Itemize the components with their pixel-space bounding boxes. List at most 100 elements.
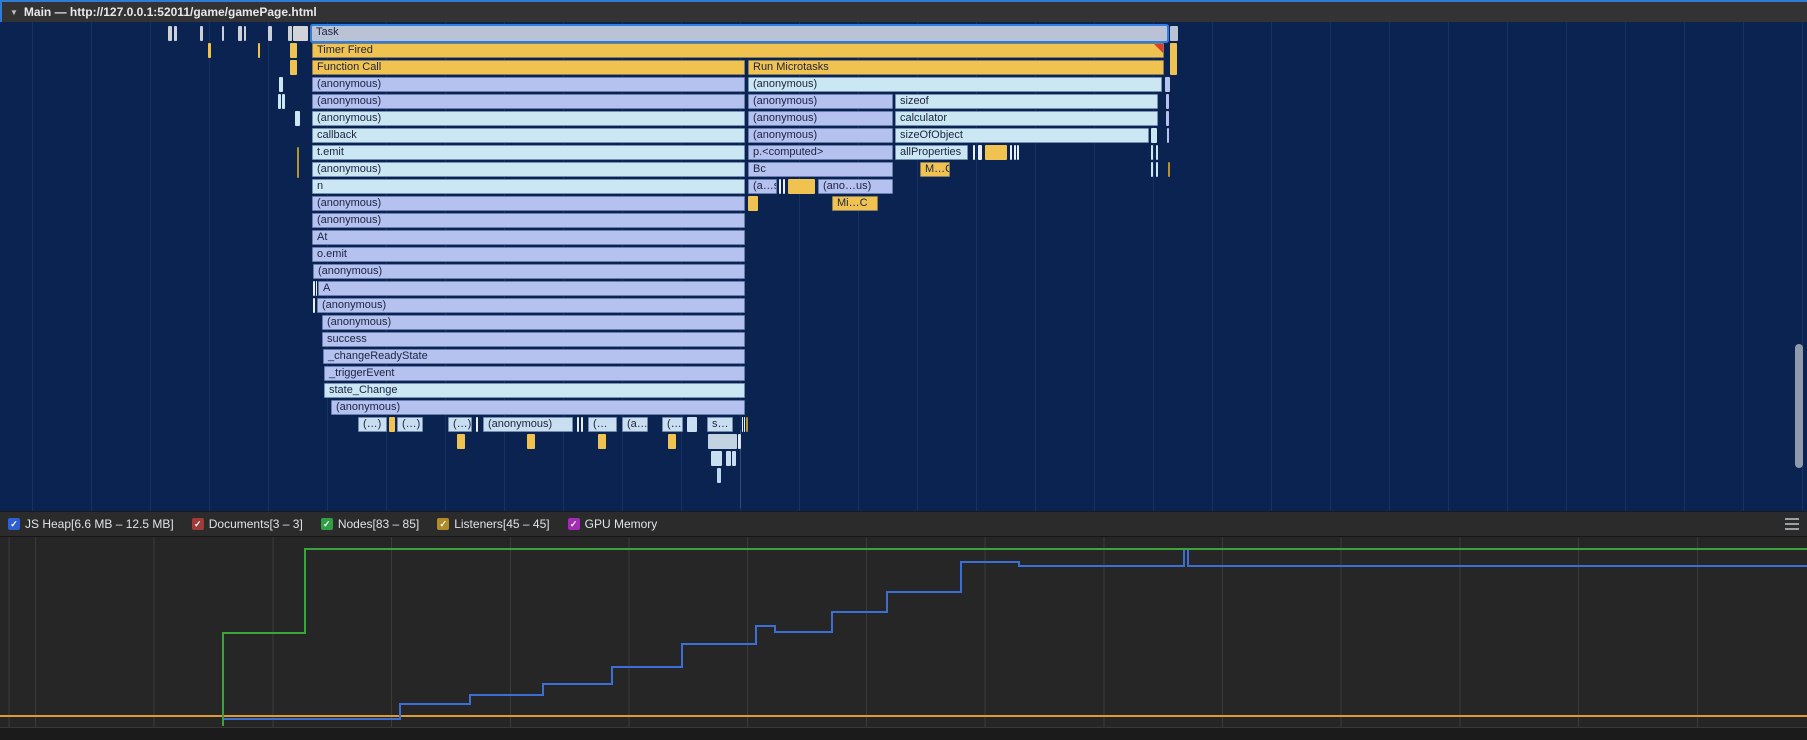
flame-tick[interactable] xyxy=(290,43,297,58)
flame-bar[interactable]: (anonymous) xyxy=(331,400,745,415)
flame-scrollbar-thumb[interactable] xyxy=(1795,344,1803,468)
flame-bar[interactable]: (anonymous) xyxy=(748,128,893,143)
flame-bar[interactable]: (a…) xyxy=(622,417,648,432)
flame-bar[interactable]: (anonymous) xyxy=(748,111,893,126)
flame-tick[interactable] xyxy=(732,451,736,466)
flame-tick[interactable] xyxy=(293,26,308,41)
flame-bar[interactable]: _changeReadyState xyxy=(323,349,745,364)
flame-bar[interactable]: callback xyxy=(312,128,745,143)
flame-bar[interactable]: (anonymous) xyxy=(317,298,745,313)
flame-bar[interactable]: (anonymous) xyxy=(322,315,745,330)
flame-tick[interactable] xyxy=(244,26,246,41)
counter-label[interactable]: Documents[3 – 3] xyxy=(209,517,303,531)
flame-bar[interactable]: success xyxy=(322,332,745,347)
flame-tick[interactable] xyxy=(783,179,785,194)
flame-tick[interactable] xyxy=(726,451,731,466)
flame-tick[interactable] xyxy=(168,26,172,41)
flame-bar[interactable]: sizeOfObject xyxy=(895,128,1149,143)
flame-bar[interactable]: A xyxy=(318,281,745,296)
flame-tick[interactable] xyxy=(476,417,478,432)
flame-bar[interactable]: n xyxy=(312,179,745,194)
flame-bar[interactable]: (anonymous) xyxy=(312,196,745,211)
collapse-track-icon[interactable]: ▼ xyxy=(10,8,18,17)
flame-bar[interactable]: (… xyxy=(588,417,617,432)
hamburger-menu-icon[interactable] xyxy=(1785,518,1799,530)
flame-bar[interactable]: Task xyxy=(312,26,1167,41)
counter-checkbox[interactable]: ✓ xyxy=(568,518,580,530)
flame-tick[interactable] xyxy=(258,43,260,58)
flame-bar[interactable]: _triggerEvent xyxy=(324,366,745,381)
flame-tick[interactable] xyxy=(279,77,283,92)
counter-label[interactable]: Nodes[83 – 85] xyxy=(338,517,419,531)
flame-tick[interactable] xyxy=(742,417,743,432)
flame-tick[interactable] xyxy=(581,417,583,432)
flame-tick[interactable] xyxy=(1010,145,1012,160)
flame-tick[interactable] xyxy=(288,26,292,41)
flame-bar[interactable]: M…C xyxy=(920,162,950,177)
flame-bar[interactable]: o.emit xyxy=(312,247,745,262)
flame-tick[interactable] xyxy=(457,434,465,449)
counter-label[interactable]: JS Heap[6.6 MB – 12.5 MB] xyxy=(25,517,174,531)
flame-tick[interactable] xyxy=(1170,43,1177,75)
flame-bar[interactable]: (anonymous) xyxy=(312,162,745,177)
flame-tick[interactable] xyxy=(668,434,676,449)
flame-tick[interactable] xyxy=(1168,162,1170,177)
flame-tick[interactable] xyxy=(290,60,297,75)
counter-checkbox[interactable]: ✓ xyxy=(437,518,449,530)
flame-tick[interactable] xyxy=(1165,77,1170,92)
counter-checkbox[interactable]: ✓ xyxy=(8,518,20,530)
flame-tick[interactable] xyxy=(748,196,758,211)
counter-toggle[interactable]: ✓ Listeners[45 – 45] xyxy=(437,517,549,531)
flame-tick[interactable] xyxy=(313,281,315,296)
flame-tick[interactable] xyxy=(389,417,395,432)
flame-tick[interactable] xyxy=(200,26,203,41)
flame-tick[interactable] xyxy=(577,417,579,432)
flame-bar[interactable]: (anonymous) xyxy=(483,417,573,432)
flame-bar[interactable]: Bc xyxy=(748,162,893,177)
flame-bar[interactable]: (anonymous) xyxy=(313,264,745,279)
flame-tick[interactable] xyxy=(1151,162,1153,177)
flame-tick[interactable] xyxy=(208,43,211,58)
flame-bar[interactable]: s… xyxy=(707,417,733,432)
flame-bar[interactable]: (anonymous) xyxy=(312,213,745,228)
flame-bar[interactable]: Timer Fired xyxy=(312,43,1164,58)
flame-tick[interactable] xyxy=(1166,111,1169,126)
flame-tick[interactable] xyxy=(1014,145,1016,160)
flame-bar[interactable]: sizeof xyxy=(895,94,1158,109)
flame-bar[interactable]: allProperties xyxy=(895,145,968,160)
flame-tick[interactable] xyxy=(598,434,606,449)
flame-tick[interactable] xyxy=(1170,26,1178,41)
flame-bar[interactable]: p.<computed> xyxy=(748,145,893,160)
flame-tick[interactable] xyxy=(527,434,535,449)
flame-bar[interactable]: (anonymous) xyxy=(748,77,1162,92)
flame-bar[interactable]: (anonymous) xyxy=(312,77,745,92)
flame-tick[interactable] xyxy=(708,434,737,449)
flame-bar[interactable]: t.emit xyxy=(312,145,745,160)
flame-tick[interactable] xyxy=(316,281,317,296)
flame-tick[interactable] xyxy=(1167,128,1169,143)
flame-bar[interactable]: (ano…us) xyxy=(818,179,893,194)
flame-tick[interactable] xyxy=(711,451,722,466)
flame-bar[interactable]: (… xyxy=(662,417,683,432)
counter-checkbox[interactable]: ✓ xyxy=(192,518,204,530)
flame-bar[interactable]: At xyxy=(312,230,745,245)
flame-tick[interactable] xyxy=(1156,162,1158,177)
flame-tick[interactable] xyxy=(1151,145,1153,160)
flame-tick[interactable] xyxy=(779,179,781,194)
flame-tick[interactable] xyxy=(746,417,748,432)
flame-bar[interactable]: Function Call xyxy=(312,60,745,75)
counter-toggle[interactable]: ✓ Documents[3 – 3] xyxy=(192,517,303,531)
flame-tick[interactable] xyxy=(282,94,285,109)
flame-bar[interactable]: (…) xyxy=(448,417,472,432)
counter-label[interactable]: Listeners[45 – 45] xyxy=(454,517,549,531)
flame-tick[interactable] xyxy=(295,111,300,126)
flame-bar[interactable]: (anonymous) xyxy=(312,111,745,126)
flame-bar[interactable]: (anonymous) xyxy=(748,94,893,109)
flame-bar[interactable]: (a…s) xyxy=(748,179,777,194)
memory-usage-chart[interactable] xyxy=(0,537,1807,727)
flame-bar[interactable]: (…) xyxy=(358,417,387,432)
flame-tick[interactable] xyxy=(973,145,975,160)
flame-bar[interactable]: state_Change xyxy=(324,383,745,398)
flame-tick[interactable] xyxy=(985,145,1007,160)
flame-tick[interactable] xyxy=(1156,145,1158,160)
